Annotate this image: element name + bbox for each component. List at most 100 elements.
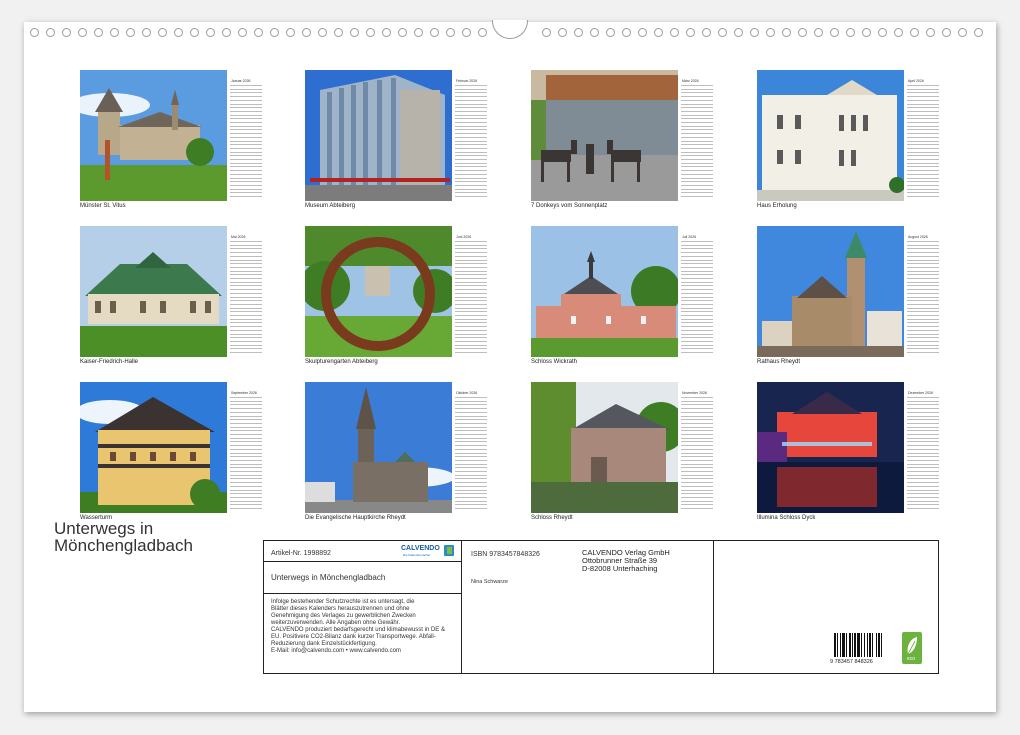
day-line (907, 89, 939, 90)
day-line (455, 282, 487, 283)
day-line (681, 241, 713, 242)
day-line (907, 152, 939, 153)
day-line (681, 337, 713, 338)
day-line (907, 490, 939, 491)
binding-hole (382, 28, 391, 37)
barcode-bar (864, 633, 865, 657)
day-line (681, 245, 713, 246)
day-line (681, 504, 713, 505)
day-line (455, 408, 487, 409)
eco-badge: eco (902, 632, 922, 664)
day-line (455, 478, 487, 479)
day-line (230, 441, 262, 442)
day-line (455, 456, 487, 457)
day-line (907, 434, 939, 435)
day-line (681, 326, 713, 327)
day-line (455, 441, 487, 442)
day-line (681, 274, 713, 275)
day-line (455, 467, 487, 468)
day-line (681, 482, 713, 483)
day-line (230, 427, 262, 428)
day-line (907, 245, 939, 246)
day-line (681, 434, 713, 435)
binding-hole (270, 28, 279, 37)
day-line (681, 293, 713, 294)
day-line (230, 271, 262, 272)
day-line (455, 308, 487, 309)
article-number: Artikel-Nr. 1998892 (271, 550, 331, 557)
day-line (230, 311, 262, 312)
day-line (681, 297, 713, 298)
day-line (455, 423, 487, 424)
binding-hole (286, 28, 295, 37)
day-line (455, 96, 487, 97)
day-line (230, 148, 262, 149)
month-label: August 2026 (908, 235, 928, 239)
day-line (681, 497, 713, 498)
day-line (455, 430, 487, 431)
binding-hole (846, 28, 855, 37)
day-line (907, 404, 939, 405)
day-line (907, 293, 939, 294)
day-line (230, 137, 262, 138)
day-line (681, 401, 713, 402)
day-line (681, 341, 713, 342)
day-line (455, 348, 487, 349)
day-line (907, 129, 939, 130)
day-line (681, 300, 713, 301)
day-line (230, 337, 262, 338)
day-line (230, 330, 262, 331)
isbn: ISBN 9783457848326 (471, 551, 540, 558)
month-cell: Rathaus RheydtAugust 2026 (757, 226, 957, 376)
binding-hole (878, 28, 887, 37)
day-line (455, 434, 487, 435)
day-line (907, 256, 939, 257)
day-line (455, 311, 487, 312)
binding-hole (942, 28, 951, 37)
day-line (455, 475, 487, 476)
month-photo (80, 382, 227, 513)
day-line (907, 289, 939, 290)
day-line (230, 274, 262, 275)
day-line (681, 471, 713, 472)
day-line (907, 352, 939, 353)
month-photo (305, 382, 452, 513)
day-line (681, 133, 713, 134)
day-line (455, 490, 487, 491)
day-line (681, 104, 713, 105)
month-cell: Kaiser-Friedrich-HalleMai 2026 (80, 226, 280, 376)
day-line (681, 271, 713, 272)
title-line-2: Mönchengladbach (54, 537, 193, 554)
day-line (907, 438, 939, 439)
day-line (681, 508, 713, 509)
barcode-bar (869, 633, 871, 657)
barcode-bar (854, 633, 856, 657)
day-line (907, 341, 939, 342)
legal-line: Infolge bestehender Schutzrechte ist es … (271, 599, 445, 606)
day-line (681, 408, 713, 409)
day-line (681, 126, 713, 127)
day-line (907, 163, 939, 164)
binding-hole (894, 28, 903, 37)
month-cell: WasserturmSeptember 2026 (80, 382, 280, 532)
day-line (681, 308, 713, 309)
day-line (455, 315, 487, 316)
day-line (907, 493, 939, 494)
day-line (230, 334, 262, 335)
legal-line: CALVENDO produziert bedarfsgerecht und k… (271, 627, 445, 634)
day-line (681, 467, 713, 468)
day-line (907, 196, 939, 197)
binding-hole (654, 28, 663, 37)
day-line (455, 460, 487, 461)
day-line (455, 504, 487, 505)
day-line (681, 501, 713, 502)
month-label: Dezember 2026 (908, 391, 933, 395)
month-label: Februar 2026 (456, 79, 477, 83)
legal-line: E-Mail: info@calvendo.com • www.calvendo… (271, 648, 445, 655)
day-line (230, 449, 262, 450)
day-line (230, 189, 262, 190)
day-line (681, 256, 713, 257)
day-line (230, 89, 262, 90)
day-line (681, 441, 713, 442)
day-line (230, 192, 262, 193)
